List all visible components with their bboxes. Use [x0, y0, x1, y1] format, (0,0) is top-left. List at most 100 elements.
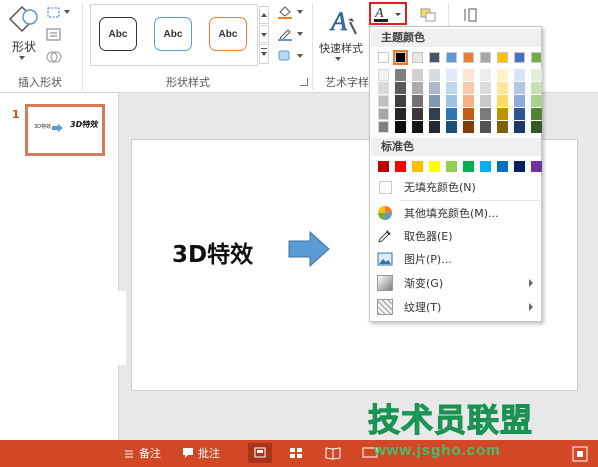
texture-item[interactable]: 纹理(T)	[371, 296, 541, 318]
theme-shade-swatch[interactable]	[514, 95, 525, 107]
theme-shade-swatch[interactable]	[514, 82, 525, 94]
theme-shade-swatch[interactable]	[429, 121, 440, 133]
arrange-icon[interactable]	[420, 8, 436, 22]
theme-shade-swatch[interactable]	[429, 69, 440, 81]
standard-color-swatch[interactable]	[412, 161, 423, 172]
theme-shade-swatch[interactable]	[429, 95, 440, 107]
theme-shade-swatch[interactable]	[514, 121, 525, 133]
theme-shade-swatch[interactable]	[412, 108, 423, 120]
theme-shade-swatch[interactable]	[446, 82, 457, 94]
theme-color-swatch[interactable]	[480, 52, 491, 63]
theme-color-swatch[interactable]	[378, 52, 389, 63]
fit-to-window-button[interactable]	[570, 444, 590, 464]
theme-shade-swatch[interactable]	[497, 69, 508, 81]
thumbnail-pane-divider[interactable]	[118, 93, 122, 440]
picture-fill-item[interactable]: 图片(P)...	[371, 248, 541, 270]
quick-styles-arrow-icon[interactable]	[335, 57, 341, 61]
shape-effects-arrow-icon[interactable]	[297, 54, 303, 58]
quick-styles-icon[interactable]: A	[328, 4, 360, 38]
theme-shade-swatch[interactable]	[480, 121, 491, 133]
shape-style-3-button[interactable]: Abc	[209, 17, 247, 51]
gallery-scroll-up-icon[interactable]	[259, 6, 269, 24]
theme-color-swatch[interactable]	[412, 52, 423, 63]
edit-shape-arrow-icon[interactable]	[64, 10, 70, 14]
shape-fill-icon[interactable]	[277, 5, 293, 19]
text-fill-button[interactable]: A	[369, 2, 407, 25]
standard-color-swatch[interactable]	[429, 161, 440, 172]
theme-shade-swatch[interactable]	[378, 82, 389, 94]
shape-fill-arrow-icon[interactable]	[297, 10, 303, 14]
theme-shade-swatch[interactable]	[395, 95, 406, 107]
theme-shade-swatch[interactable]	[531, 69, 542, 81]
theme-shade-swatch[interactable]	[531, 108, 542, 120]
shape-style-2-button[interactable]: Abc	[154, 17, 192, 51]
theme-shade-swatch[interactable]	[446, 69, 457, 81]
shape-effects-icon[interactable]	[277, 49, 293, 63]
theme-shade-swatch[interactable]	[463, 108, 474, 120]
merge-shapes-icon[interactable]	[46, 50, 62, 64]
theme-color-swatch[interactable]	[429, 52, 440, 63]
gallery-more-icon[interactable]	[259, 44, 269, 64]
eyedropper-item[interactable]: 取色器(E)	[371, 225, 541, 247]
textbox-icon[interactable]	[46, 28, 62, 42]
theme-shade-swatch[interactable]	[429, 82, 440, 94]
shape-button-label[interactable]: 形状	[12, 38, 36, 55]
theme-shade-swatch[interactable]	[480, 108, 491, 120]
theme-shade-swatch[interactable]	[480, 82, 491, 94]
theme-shade-swatch[interactable]	[412, 95, 423, 107]
quick-styles-button-label[interactable]: 快速样式	[319, 40, 363, 56]
theme-shade-swatch[interactable]	[514, 108, 525, 120]
shape-styles-launcher-icon[interactable]	[300, 78, 308, 86]
theme-shade-swatch[interactable]	[463, 82, 474, 94]
standard-color-swatch[interactable]	[446, 161, 457, 172]
theme-color-swatch[interactable]	[446, 52, 457, 63]
theme-shade-swatch[interactable]	[531, 95, 542, 107]
no-fill-item[interactable]: 无填充颜色(N)	[371, 176, 541, 198]
size-icon[interactable]	[462, 8, 478, 22]
slide-title-text[interactable]: 3D特效	[172, 235, 253, 269]
theme-shade-swatch[interactable]	[378, 108, 389, 120]
gradient-item[interactable]: 渐变(G)	[371, 272, 541, 294]
theme-color-swatch[interactable]	[463, 52, 474, 63]
edit-shape-icon[interactable]	[46, 6, 62, 20]
theme-shade-swatch[interactable]	[463, 121, 474, 133]
theme-shade-swatch[interactable]	[395, 108, 406, 120]
theme-shade-swatch[interactable]	[446, 95, 457, 107]
shape-outline-icon[interactable]	[277, 27, 293, 41]
theme-shade-swatch[interactable]	[412, 69, 423, 81]
standard-color-swatch[interactable]	[531, 161, 542, 172]
standard-color-swatch[interactable]	[378, 161, 389, 172]
theme-shade-swatch[interactable]	[531, 121, 542, 133]
gallery-scroll-down-icon[interactable]	[259, 25, 269, 43]
theme-shade-swatch[interactable]	[497, 95, 508, 107]
comments-button[interactable]: 批注	[182, 445, 220, 461]
theme-shade-swatch[interactable]	[395, 82, 406, 94]
slide-sorter-view-button[interactable]	[286, 443, 306, 463]
right-arrow-shape[interactable]	[288, 230, 330, 270]
standard-color-swatch[interactable]	[480, 161, 491, 172]
standard-color-swatch[interactable]	[497, 161, 508, 172]
standard-color-swatch[interactable]	[463, 161, 474, 172]
theme-shade-swatch[interactable]	[497, 108, 508, 120]
theme-shade-swatch[interactable]	[463, 69, 474, 81]
notes-button[interactable]: 备注	[123, 445, 161, 461]
more-fill-colors-item[interactable]: 其他填充颜色(M)...	[371, 202, 541, 224]
theme-shade-swatch[interactable]	[497, 82, 508, 94]
theme-shade-swatch[interactable]	[395, 69, 406, 81]
theme-shade-swatch[interactable]	[412, 121, 423, 133]
theme-shade-swatch[interactable]	[531, 82, 542, 94]
standard-color-swatch[interactable]	[395, 161, 406, 172]
theme-color-swatch[interactable]	[393, 50, 408, 65]
theme-shade-swatch[interactable]	[412, 82, 423, 94]
theme-shade-swatch[interactable]	[378, 69, 389, 81]
theme-shade-swatch[interactable]	[378, 121, 389, 133]
theme-shade-swatch[interactable]	[480, 69, 491, 81]
theme-color-swatch[interactable]	[497, 52, 508, 63]
theme-shade-swatch[interactable]	[446, 108, 457, 120]
shape-style-1-button[interactable]: Abc	[99, 17, 137, 51]
theme-shade-swatch[interactable]	[395, 121, 406, 133]
standard-color-swatch[interactable]	[514, 161, 525, 172]
theme-shade-swatch[interactable]	[429, 108, 440, 120]
theme-shade-swatch[interactable]	[514, 69, 525, 81]
normal-view-button[interactable]	[248, 443, 272, 463]
